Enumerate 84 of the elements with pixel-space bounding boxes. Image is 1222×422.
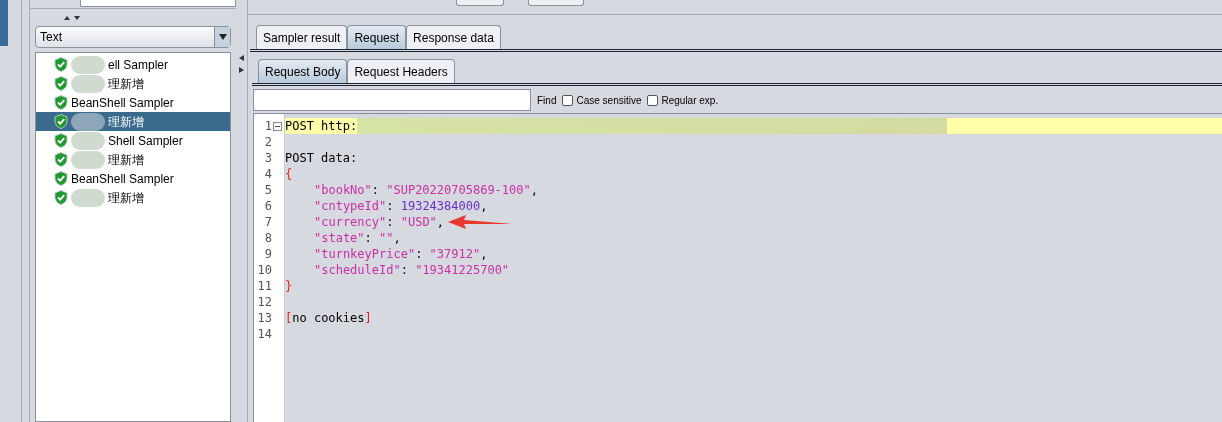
code-text: "" bbox=[379, 230, 394, 247]
line-number: 12 bbox=[257, 294, 272, 311]
code-text: "37912" bbox=[429, 246, 481, 263]
redaction-patch bbox=[71, 112, 105, 131]
view-dropdown[interactable]: Text bbox=[35, 26, 231, 48]
shield-check-icon bbox=[54, 95, 68, 110]
line-number: 6 bbox=[264, 198, 272, 215]
find-field[interactable] bbox=[253, 89, 531, 111]
redaction-patch bbox=[71, 188, 105, 207]
code-text: "turnkeyPrice" bbox=[314, 246, 416, 263]
top-button[interactable] bbox=[528, 0, 584, 6]
tab[interactable]: Request Body bbox=[258, 59, 348, 83]
redaction-patch bbox=[71, 131, 105, 150]
sidebar-accent bbox=[0, 0, 8, 46]
line-number: 1 bbox=[264, 118, 272, 135]
line-number: 4 bbox=[264, 166, 272, 183]
option-checkbox[interactable]: Case sensitive bbox=[562, 92, 642, 108]
code-text: : bbox=[386, 214, 395, 231]
code-text: "state" bbox=[314, 230, 365, 247]
line-number: 5 bbox=[264, 182, 272, 199]
code-text: "bookNo" bbox=[314, 182, 372, 199]
line-number: 14 bbox=[257, 326, 272, 343]
shield-check-icon bbox=[54, 76, 68, 91]
redaction-patch bbox=[71, 55, 105, 74]
shield-check-icon bbox=[54, 114, 68, 129]
option-checkbox[interactable]: Regular exp. bbox=[647, 92, 719, 108]
code-text: no cookies bbox=[292, 310, 365, 327]
tree-item[interactable]: Shell Sampler bbox=[36, 131, 230, 150]
code-text: 19324384000 bbox=[400, 198, 481, 215]
code-text: "currency" bbox=[314, 214, 387, 231]
code-text: POST http: bbox=[285, 118, 358, 135]
line-number: 7 bbox=[264, 214, 272, 231]
line-number: 3 bbox=[264, 150, 272, 167]
line-number: 8 bbox=[264, 230, 272, 247]
code-text: , bbox=[480, 198, 488, 215]
code-text: POST data: bbox=[285, 150, 358, 167]
collapse-arrows-icon[interactable] bbox=[239, 54, 244, 74]
dropdown-caret-icon bbox=[218, 34, 227, 40]
tree-item[interactable]: BeanShell Sampler bbox=[36, 169, 230, 188]
shield-check-icon bbox=[54, 57, 68, 72]
tab[interactable]: Sampler result bbox=[256, 25, 348, 49]
tree-item[interactable]: 理新增 bbox=[36, 188, 230, 207]
code-text: } bbox=[285, 278, 293, 295]
tab[interactable]: Response data bbox=[406, 25, 501, 49]
find-label: Find bbox=[537, 93, 557, 108]
tree-item[interactable]: 理新增 bbox=[36, 150, 230, 169]
tree-item[interactable]: 理新增 bbox=[36, 74, 230, 93]
line-number: 2 bbox=[264, 134, 272, 151]
top-field[interactable] bbox=[80, 0, 236, 7]
code-text: : bbox=[415, 246, 424, 263]
line-number: 10 bbox=[257, 262, 272, 279]
code-text: : bbox=[386, 198, 395, 215]
code-text: : bbox=[400, 262, 409, 279]
code-text: "19341225700" bbox=[415, 262, 510, 279]
code-text: "cntypeId" bbox=[314, 198, 387, 215]
code-text: "USD" bbox=[400, 214, 437, 231]
code-text: [ bbox=[285, 310, 293, 327]
split-arrows-icon[interactable] bbox=[64, 14, 80, 21]
line-number: 11 bbox=[257, 278, 272, 295]
fold-icon[interactable] bbox=[273, 121, 282, 131]
redaction-patch bbox=[71, 74, 105, 93]
line-number: 9 bbox=[264, 246, 272, 263]
shield-check-icon bbox=[54, 190, 68, 205]
code-text: , bbox=[480, 246, 488, 263]
code-text: , bbox=[436, 214, 445, 231]
code-text: { bbox=[285, 166, 293, 183]
shield-check-icon bbox=[54, 152, 68, 167]
tab[interactable]: Request bbox=[347, 25, 407, 49]
tree-item[interactable]: 理新增 bbox=[36, 112, 230, 131]
code-text: , bbox=[393, 230, 401, 247]
redaction-patch bbox=[71, 150, 105, 169]
tab[interactable]: Request Headers bbox=[347, 59, 455, 83]
code-text: : bbox=[371, 182, 381, 199]
top-button[interactable] bbox=[456, 0, 504, 6]
tree-item[interactable]: ell Sampler bbox=[36, 55, 230, 74]
line-number: 13 bbox=[257, 310, 272, 327]
shield-check-icon bbox=[54, 171, 68, 186]
code-text: ] bbox=[364, 310, 372, 327]
code-text: "SUP20220705869-100" bbox=[386, 182, 531, 199]
code-text: , bbox=[530, 182, 538, 199]
shield-check-icon bbox=[54, 133, 68, 148]
tree-item[interactable]: BeanShell Sampler bbox=[36, 93, 230, 112]
code-text: : bbox=[364, 230, 373, 247]
code-text: "scheduleId" bbox=[314, 262, 401, 279]
